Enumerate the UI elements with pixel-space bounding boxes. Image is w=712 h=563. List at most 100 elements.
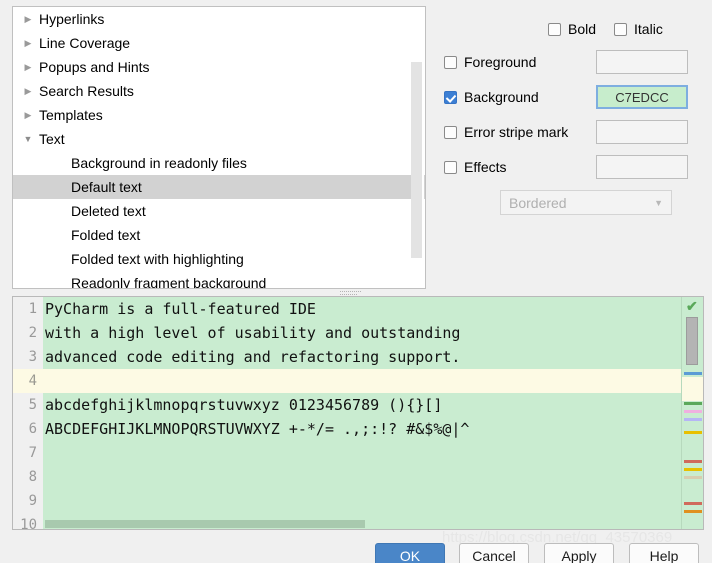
foreground-color-swatch[interactable] [596,50,688,74]
error-stripe-mark[interactable] [684,418,702,421]
ok-button[interactable]: OK [375,543,445,563]
effects-checkbox-row[interactable]: Effects [444,159,596,175]
editor-scrollbar-thumb[interactable] [686,317,698,365]
bold-checkbox-row[interactable]: Bold [548,21,596,37]
line-text[interactable] [43,441,703,465]
editor-line[interactable]: 4 [13,369,703,393]
tree-item-label: Text [39,131,65,147]
tree-item[interactable]: Default text [13,175,425,199]
marker-gutter[interactable]: ✔ [681,297,703,529]
line-number: 7 [13,441,43,465]
foreground-checkbox[interactable] [444,55,457,69]
line-text[interactable] [43,465,703,489]
editor-horizontal-scrollbar[interactable] [43,519,681,529]
error-stripe-mark[interactable] [684,431,702,434]
line-number: 10 [13,513,43,529]
tree-item-label: Folded text with highlighting [71,251,244,267]
line-text[interactable]: with a high level of usability and outst… [43,321,703,345]
error-stripe-color-swatch[interactable] [596,120,688,144]
editor-line[interactable]: 5 abcdefghijklmnopqrstuvwxyz 0123456789 (… [13,393,703,417]
apply-button[interactable]: Apply [544,543,614,563]
tree-item-label: Readonly fragment background [71,275,267,289]
expanded-arrow[interactable]: ▼ [19,127,37,151]
effects-checkbox[interactable] [444,160,457,174]
tree-item[interactable]: Readonly fragment background [13,271,425,289]
editor-line[interactable]: 3 advanced code editing and refactoring s… [13,345,703,369]
editor-line[interactable]: 9 [13,489,703,513]
collapsed-arrow[interactable]: ▶ [19,79,37,103]
line-number: 2 [13,321,43,345]
collapsed-arrow[interactable]: ▶ [19,55,37,79]
italic-label: Italic [634,21,663,37]
marker-caret-band [682,377,703,401]
error-stripe-mark[interactable] [684,402,702,405]
italic-checkbox[interactable] [614,22,628,36]
error-stripe-checkbox-row[interactable]: Error stripe mark [444,124,596,140]
background-checkbox-row[interactable]: Background [444,89,596,105]
tree-item[interactable]: ▶ Popups and Hints [13,55,425,79]
error-stripe-mark[interactable] [684,510,702,513]
tree-scrollbar-track[interactable] [411,8,424,287]
editor-line[interactable]: 6 ABCDEFGHIJKLMNOPQRSTUVWXYZ +-*/= .,;:!?… [13,417,703,441]
line-number: 1 [13,297,43,321]
editor-line-list: 1 PyCharm is a full-featured IDE 2 with a h… [13,297,703,529]
line-text[interactable]: advanced code editing and refactoring su… [43,345,703,369]
tree-item-label: Default text [71,179,142,195]
effects-label: Effects [464,159,507,175]
foreground-checkbox-row[interactable]: Foreground [444,54,596,70]
effect-type-dropdown[interactable]: Bordered ▼ [500,190,672,215]
tree-item[interactable]: ▶ Line Coverage [13,31,425,55]
tree-item[interactable]: ▶ Hyperlinks [13,7,425,31]
tree-item-label: Popups and Hints [39,59,150,75]
line-text[interactable]: abcdefghijklmnopqrstuvwxyz 0123456789 ()… [43,393,703,417]
tree-item[interactable]: ▼ Text [13,127,425,151]
collapsed-arrow[interactable]: ▶ [19,103,37,127]
help-button[interactable]: Help [629,543,699,563]
tree-item[interactable]: ▶ Templates [13,103,425,127]
error-stripe-mark[interactable] [684,468,702,471]
line-text[interactable] [43,489,703,513]
italic-checkbox-row[interactable]: Italic [614,21,663,37]
tree-item[interactable]: Background in readonly files [13,151,425,175]
editor-line[interactable]: 2 with a high level of usability and outs… [13,321,703,345]
error-stripe-mark[interactable] [684,460,702,463]
line-text[interactable]: PyCharm is a full-featured IDE [43,297,703,321]
tree-item[interactable]: Deleted text [13,199,425,223]
error-stripe-checkbox[interactable] [444,125,457,139]
line-text[interactable]: ABCDEFGHIJKLMNOPQRSTUVWXYZ +-*/= .,;:!? … [43,417,703,441]
ok-check-icon[interactable]: ✔ [686,299,700,313]
bold-checkbox[interactable] [548,22,561,36]
tree-item[interactable]: ▶ Search Results [13,79,425,103]
collapsed-arrow[interactable]: ▶ [19,7,37,31]
tree-item[interactable]: Folded text [13,223,425,247]
background-color-swatch[interactable]: C7EDCC [596,85,688,109]
line-number: 5 [13,393,43,417]
tree-item-label: Deleted text [71,203,146,219]
tree-item-label: Line Coverage [39,35,131,51]
dialog-button-bar: OK Cancel Apply Help [0,543,712,563]
tree-item-label: Folded text [71,227,141,243]
error-stripe-mark[interactable] [684,502,702,505]
collapsed-arrow[interactable]: ▶ [19,31,37,55]
error-stripe-mark[interactable] [684,476,702,479]
chevron-down-icon: ▼ [654,197,663,208]
editor-line[interactable]: 7 [13,441,703,465]
editor-line[interactable]: 8 [13,465,703,489]
line-number: 4 [13,369,43,393]
color-scheme-tree[interactable]: ▶ Hyperlinks ▶ Line Coverage ▶ Popups and Hin… [12,6,426,289]
error-stripe-mark[interactable] [684,372,702,375]
error-stripe-mark[interactable] [684,410,702,413]
line-number: 8 [13,465,43,489]
tree-scrollbar-thumb[interactable] [411,62,422,258]
foreground-row: Foreground [444,48,704,76]
effect-type-value: Bordered [509,194,567,211]
line-text[interactable] [43,369,703,393]
tree-item[interactable]: Folded text with highlighting [13,247,425,271]
background-checkbox[interactable] [444,90,457,104]
background-row: Background C7EDCC [444,83,704,111]
effects-color-swatch[interactable] [596,155,688,179]
editor-line[interactable]: 1 PyCharm is a full-featured IDE [13,297,703,321]
preview-editor[interactable]: 1 PyCharm is a full-featured IDE 2 with a h… [12,296,704,530]
cancel-button[interactable]: Cancel [459,543,529,563]
editor-horizontal-scrollbar-thumb[interactable] [45,520,365,528]
